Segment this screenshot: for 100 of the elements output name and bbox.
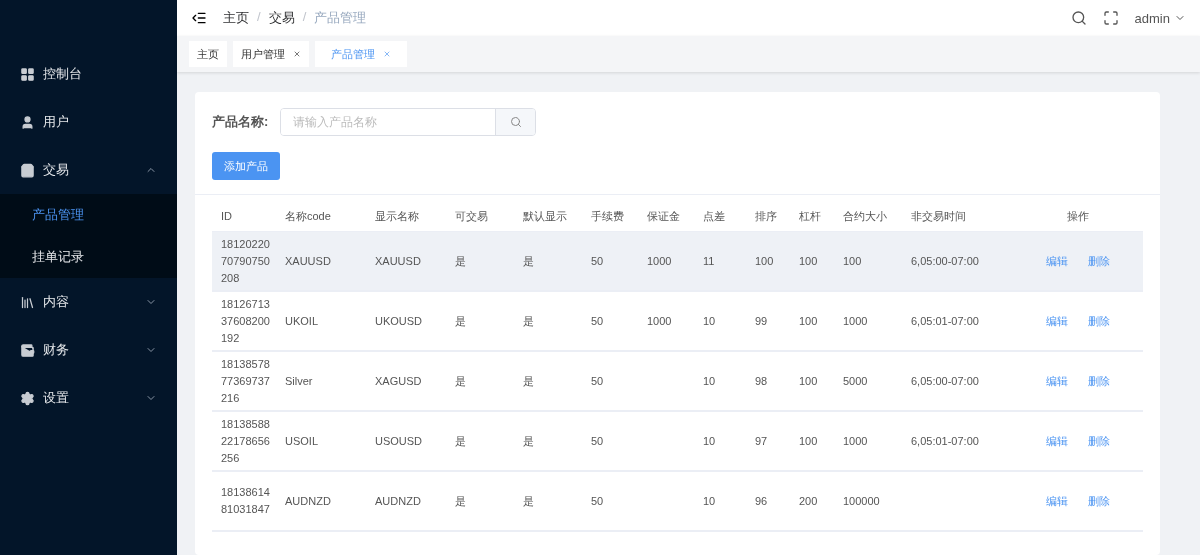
column-header: 默认显示: [522, 208, 568, 224]
search-icon: [509, 116, 522, 128]
table-cell-text: 1000: [646, 313, 673, 329]
column-header: 名称code: [284, 208, 332, 224]
breadcrumb-item[interactable]: 交易: [268, 9, 295, 27]
table-cell-text: 是: [522, 313, 535, 329]
table-cell-text: 100: [798, 373, 819, 389]
table-cell-text: 是: [454, 253, 467, 269]
column-header: 杠杆: [798, 208, 822, 224]
table-cell-text: 18126713 37608200 192: [220, 296, 271, 346]
table-cell-text: 是: [454, 313, 467, 329]
column-header: 显示名称: [374, 208, 420, 224]
user-menu[interactable]: admin: [1134, 10, 1186, 26]
table-cell-text: 是: [522, 253, 535, 269]
submenu-item[interactable]: 产品管理: [0, 194, 177, 236]
table-cell-text: XAUUSD: [284, 253, 332, 269]
table-cell-text: 18120220 70790750 208: [220, 236, 271, 286]
table-cell-text: 100000: [842, 493, 881, 509]
table-cell-text: 1000: [842, 313, 869, 329]
table-cell-text: 50: [590, 433, 605, 449]
column-header: ID: [220, 208, 233, 224]
table-cell-text: UKOIL: [284, 313, 319, 329]
table-cell-text: 1000: [646, 253, 673, 269]
field-label: 产品名称:: [212, 113, 269, 131]
table-cell-text: 5000: [842, 373, 869, 389]
column-header: 操作: [1065, 208, 1090, 224]
table-cell-text: 是: [454, 493, 467, 509]
close-icon[interactable]: [293, 50, 301, 58]
table-cell-text: 是: [522, 433, 535, 449]
sidebar-item-label: 设置: [43, 389, 70, 407]
table-cell-text: AUDNZD: [284, 493, 332, 509]
table-cell-text: 100: [754, 253, 775, 269]
search-field[interactable]: 请输入产品名称: [280, 108, 537, 136]
table-cell-text: 10: [702, 433, 717, 449]
column-header: 可交易: [454, 208, 489, 224]
table-cell-text: 18138578 77369737 216: [220, 356, 271, 406]
sidebar-item[interactable]: 内容: [0, 278, 177, 326]
column-header: 保证金: [646, 208, 681, 224]
sidebar-item-label: 交易: [43, 161, 70, 179]
table-cell-text: 10: [702, 313, 717, 329]
table-cell-text: 6,05:01-07:00: [910, 313, 980, 329]
table-cell-text: Silver: [284, 373, 314, 389]
column-header: 非交易时间: [910, 208, 967, 224]
table-cell-text: 1000: [842, 433, 869, 449]
table-cell-text: 6,05:00-07:00: [910, 253, 980, 269]
column-header: 手续费: [590, 208, 625, 224]
table-cell-text: 10: [702, 493, 717, 509]
menu-icon[interactable]: [191, 10, 207, 26]
table-cell-text: 100: [798, 313, 819, 329]
dashboard-icon: [20, 66, 35, 82]
user-icon: [20, 114, 35, 130]
fullscreen-icon[interactable]: [1102, 10, 1119, 26]
page-tab[interactable]: 用户管理: [233, 41, 309, 67]
table-cell-text: XAGUSD: [374, 373, 423, 389]
table-cell-text: 99: [754, 313, 769, 329]
table-cell-text: 96: [754, 493, 769, 509]
table-cell-text: 6,05:00-07:00: [910, 373, 980, 389]
sidebar-item[interactable]: 交易: [0, 146, 177, 194]
table-cell-text: 是: [454, 433, 467, 449]
table-cell-text: 50: [590, 313, 605, 329]
submenu-item[interactable]: 挂单记录: [0, 236, 177, 278]
table-cell-text: 100: [842, 253, 863, 269]
sidebar-item[interactable]: 设置: [0, 374, 177, 422]
breadcrumb-item[interactable]: 主页: [223, 9, 249, 27]
book-icon: [20, 294, 35, 310]
table-cell-text: USOIL: [284, 433, 319, 449]
table-cell-text: 100: [798, 253, 819, 269]
table-cell-text: 是: [522, 493, 535, 509]
table-cell-text: 11: [702, 253, 716, 269]
table-cell-text: 97: [754, 433, 769, 449]
table-cell-text: 50: [590, 253, 605, 269]
page-tab[interactable]: 主页: [189, 41, 227, 67]
table-cell-text: 100: [798, 433, 819, 449]
table-cell-text: 98: [754, 373, 769, 389]
table-cell-text: 18138614 81031847: [220, 485, 271, 517]
table-cell-text: AUDNZD: [374, 493, 422, 509]
breadcrumb-separator: /: [257, 9, 261, 26]
sidebar-item[interactable]: 控制台: [0, 50, 177, 98]
sidebar-item[interactable]: 财务: [0, 326, 177, 374]
sidebar-item-label: 内容: [43, 293, 70, 311]
wallet-icon: [20, 342, 35, 358]
column-header: 点差: [702, 208, 726, 224]
search-icon[interactable]: [1070, 10, 1087, 26]
table-cell-text: 200: [798, 493, 819, 509]
table-cell-text: 10: [702, 373, 717, 389]
table-cell-text: USOUSD: [374, 433, 424, 449]
sidebar-item-label: 用户: [43, 113, 70, 131]
table-cell-text: UKOUSD: [374, 313, 424, 329]
table-cell-text: 是: [522, 373, 535, 389]
table-cell-text: 18138588 22178656 256: [220, 416, 271, 466]
sidebar-item-label: 财务: [43, 341, 70, 359]
table-cell-text: 50: [590, 373, 605, 389]
sidebar-item-label: 控制台: [43, 65, 83, 83]
column-header: 合约大小: [842, 208, 888, 224]
sidebar-item[interactable]: 用户: [0, 98, 177, 146]
table-cell-text: 50: [590, 493, 605, 509]
table-cell-text: XAUUSD: [374, 253, 422, 269]
gear-icon: [20, 390, 35, 406]
breadcrumb-separator: /: [302, 9, 307, 26]
column-header: 排序: [754, 208, 778, 224]
